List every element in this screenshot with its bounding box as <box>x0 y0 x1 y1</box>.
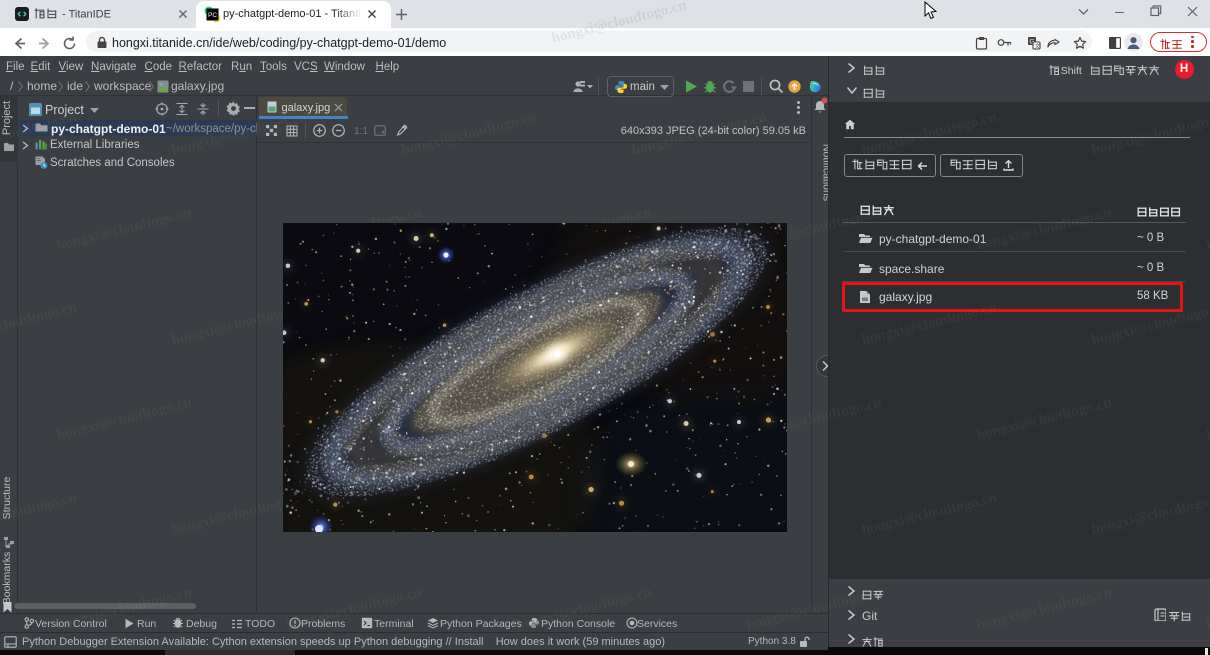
svg-text:Shift: Shift <box>1061 65 1082 77</box>
svg-text:文: 文 <box>1035 42 1041 50</box>
svg-text:PC: PC <box>208 12 217 19</box>
